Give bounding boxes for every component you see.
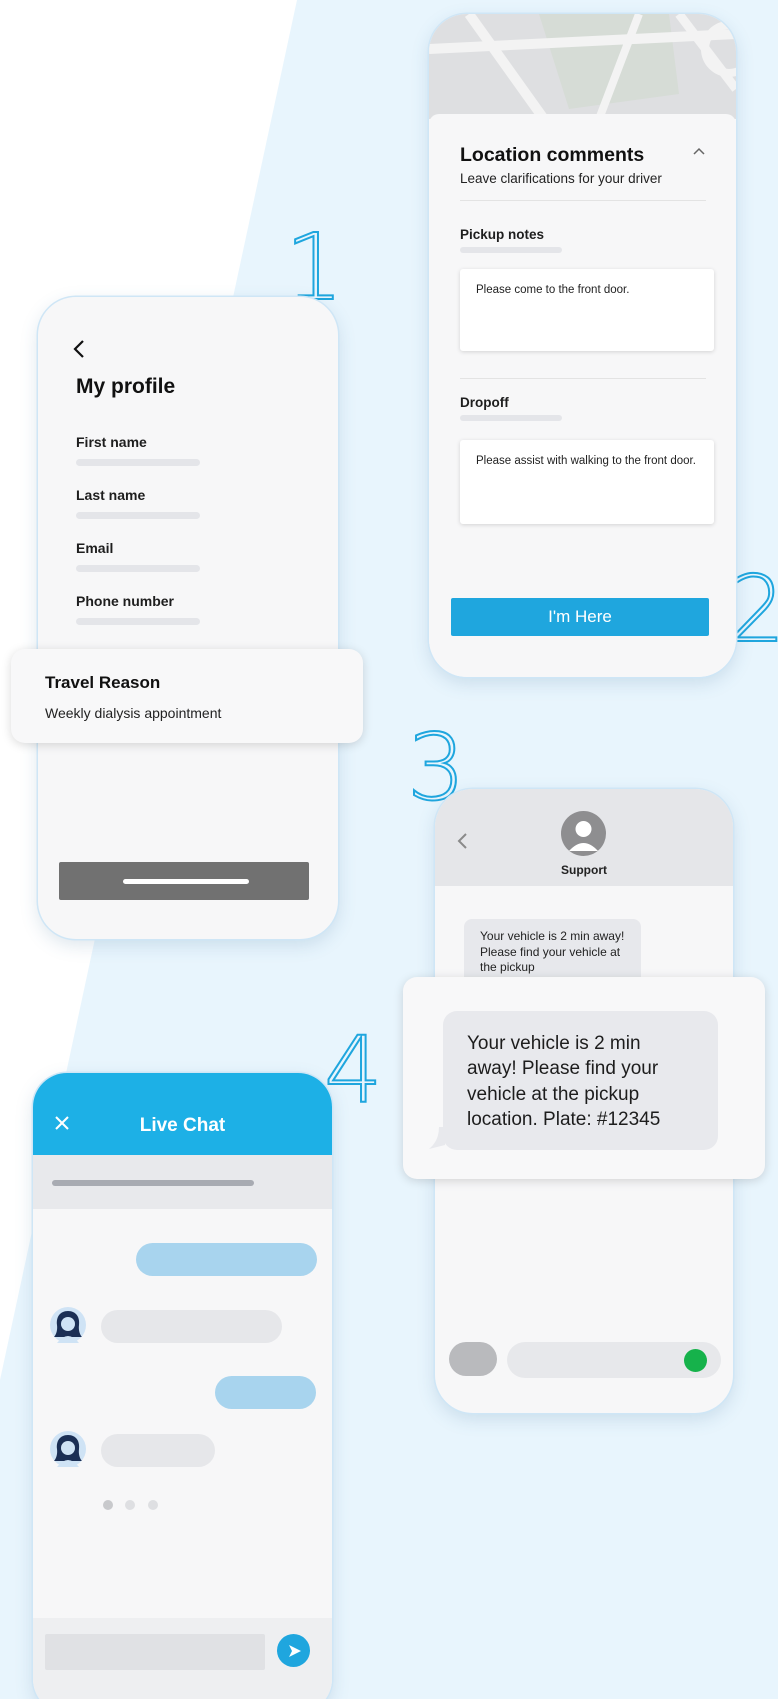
chat-header: Live Chat (33, 1073, 332, 1155)
send-indicator[interactable] (684, 1349, 707, 1372)
big-message-bubble: Your vehicle is 2 min away! Please find … (443, 1011, 718, 1150)
location-title: Location comments (460, 144, 645, 166)
phone-number-label: Phone number (76, 593, 175, 609)
typing-dot (125, 1500, 136, 1510)
sms-input[interactable] (507, 1342, 721, 1378)
pickup-notes-label: Pickup notes (460, 227, 545, 242)
chat-title: Live Chat (139, 1115, 226, 1136)
travel-reason-value: Weekly dialysis appointment (45, 705, 222, 721)
dropoff-note-field[interactable]: Please assist with walking to the front … (460, 440, 714, 524)
email-field[interactable] (76, 565, 200, 572)
back-chevron-icon[interactable] (72, 339, 86, 359)
bubble-tail (429, 1127, 445, 1149)
location-comments-screen: Location comments Leave clarifications f… (429, 14, 736, 677)
map-preview (429, 14, 736, 119)
divider (460, 200, 706, 201)
travel-reason-card[interactable]: Travel Reason Weekly dialysis appointmen… (11, 649, 363, 743)
chat-bubble-outgoing (215, 1376, 316, 1409)
chat-bubble-outgoing (136, 1243, 317, 1276)
save-button[interactable] (59, 862, 309, 900)
profile-screen: My profile First name Last name Email Ph… (38, 297, 338, 939)
comments-panel: Location comments Leave clarifications f… (429, 114, 736, 677)
chat-subheader (33, 1155, 332, 1209)
divider (460, 378, 706, 379)
sms-attach-button[interactable] (449, 1342, 497, 1376)
chat-input-bar (33, 1618, 332, 1699)
location-subtitle: Leave clarifications for your driver (460, 171, 662, 186)
email-label: Email (76, 540, 114, 556)
pickup-label-bar (460, 247, 562, 253)
chat-bubble-incoming (101, 1310, 282, 1343)
collapse-chevron-icon[interactable] (692, 146, 706, 156)
pickup-note-field[interactable]: Please come to the front door. (460, 269, 714, 351)
back-chevron-icon[interactable] (456, 832, 468, 850)
step-number-4: 4 (323, 1017, 384, 1124)
typing-indicator (103, 1497, 158, 1515)
last-name-field[interactable] (76, 512, 200, 519)
page-title: My profile (76, 375, 176, 398)
big-message-text: Your vehicle is 2 min away! Please find … (467, 1033, 661, 1130)
first-name-label: First name (76, 434, 147, 450)
small-message-bubble: Your vehicle is 2 min away! Please find … (464, 919, 641, 985)
travel-reason-title: Travel Reason (45, 673, 161, 692)
chat-bubble-incoming (101, 1434, 215, 1467)
avatar-icon (50, 1307, 86, 1343)
last-name-label: Last name (76, 487, 146, 503)
chat-input[interactable] (45, 1634, 265, 1670)
sms-header: Support (435, 789, 733, 886)
message-highlight-card: Your vehicle is 2 min away! Please find … (403, 977, 765, 1179)
first-name-field[interactable] (76, 459, 200, 466)
avatar-icon (50, 1431, 86, 1467)
im-here-button[interactable]: I'm Here (451, 598, 709, 636)
phone-number-field[interactable] (76, 618, 200, 625)
button-handle (123, 879, 249, 884)
avatar-icon (561, 811, 606, 856)
live-chat-screen: Live Chat (33, 1073, 332, 1699)
typing-dot (147, 1500, 158, 1510)
small-message-text: Your vehicle is 2 min away! Please find … (480, 929, 625, 975)
typing-dot (103, 1500, 113, 1510)
dropoff-label-bar (460, 415, 562, 421)
dropoff-label: Dropoff (460, 395, 509, 410)
send-button[interactable] (277, 1634, 310, 1667)
send-icon (289, 1645, 301, 1657)
contact-name: Support (561, 863, 607, 877)
subheader-bar (52, 1180, 254, 1186)
